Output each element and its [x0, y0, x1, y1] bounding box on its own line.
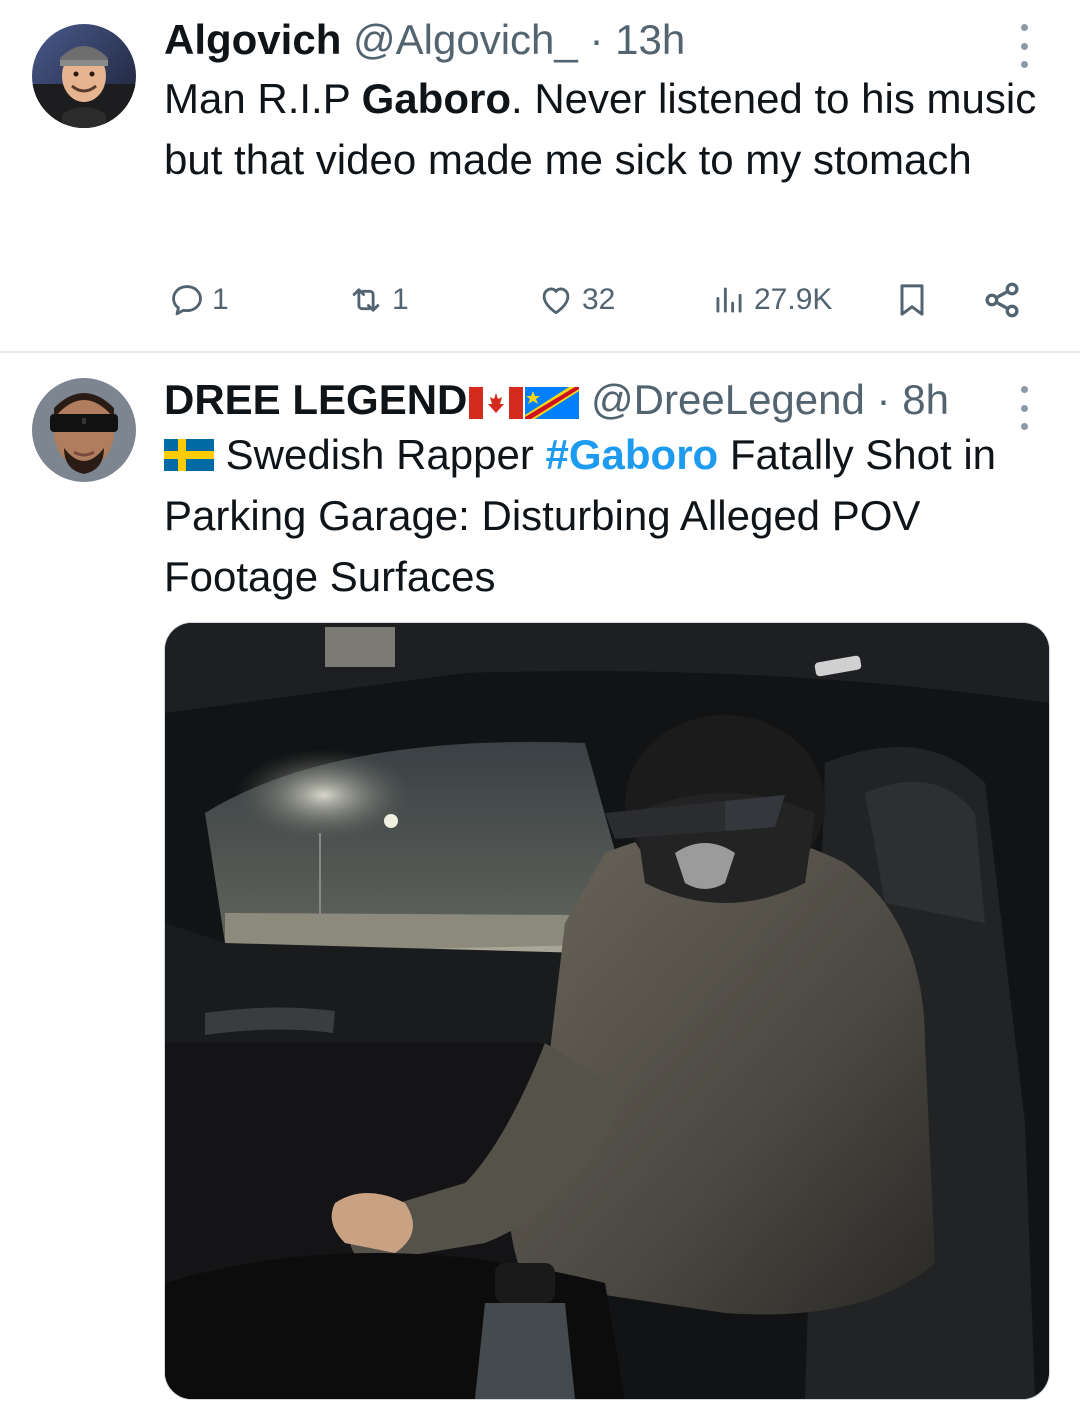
- separator: ·: [876, 376, 891, 423]
- repost-button[interactable]: 1: [346, 272, 409, 328]
- like-button[interactable]: 32: [536, 272, 615, 328]
- bookmark-icon: [900, 284, 924, 316]
- views-count: 27.9K: [754, 283, 833, 316]
- author-handle[interactable]: @DreeLegend: [591, 376, 865, 423]
- author-handle[interactable]: @Algovich_: [353, 16, 578, 63]
- tweet-1[interactable]: Algovich @Algovich_ · 13h Man R.I.P Gabo…: [0, 0, 1080, 352]
- reply-button[interactable]: 1: [168, 272, 229, 328]
- canada-flag-icon: [469, 386, 524, 419]
- avatar-image: [32, 378, 136, 482]
- tweet-text-bold: Gaboro: [361, 75, 511, 122]
- tweet-header: Algovich @Algovich_ · 13h: [164, 12, 1000, 68]
- more-vertical-icon[interactable]: [1012, 24, 1036, 68]
- avatar-image: [32, 24, 136, 128]
- dr-congo-flag-icon: [525, 386, 580, 419]
- heart-icon: [542, 287, 570, 315]
- author-name[interactable]: Algovich: [164, 16, 341, 63]
- tweet-text-part: Man R.I.P: [164, 75, 362, 122]
- reply-count: 1: [212, 283, 229, 316]
- tweet-media-image[interactable]: [164, 622, 1050, 1400]
- author-name[interactable]: DREE LEGEND: [164, 376, 467, 423]
- like-count: 32: [582, 283, 616, 316]
- share-icon: [985, 282, 1019, 318]
- repost-icon: [352, 288, 380, 312]
- avatar[interactable]: [32, 24, 136, 128]
- tweet-header: DREE LEGEND @DreeLegend · 8h: [164, 372, 1000, 428]
- timestamp[interactable]: 13h: [615, 16, 685, 63]
- tweet-text: Swedish Rapper #Gaboro Fatally Shot in P…: [164, 424, 1044, 607]
- separator: ·: [589, 16, 604, 63]
- views-button[interactable]: 27.9K: [710, 272, 832, 328]
- bookmark-button[interactable]: [892, 272, 932, 328]
- reply-icon: [172, 285, 202, 316]
- photo: [165, 623, 1049, 1399]
- tweet-text-part: Swedish Rapper: [214, 431, 546, 478]
- views-icon: [716, 287, 742, 313]
- repost-count: 1: [392, 283, 409, 316]
- sweden-flag-icon: [164, 439, 214, 471]
- action-bar: 1 1 32 27.9K: [164, 272, 1044, 328]
- timestamp[interactable]: 8h: [902, 376, 949, 423]
- share-button[interactable]: [980, 272, 1024, 328]
- hashtag-link[interactable]: #Gaboro: [546, 431, 719, 478]
- avatar[interactable]: [32, 378, 136, 482]
- tweet-text: Man R.I.P Gaboro. Never listened to his …: [164, 68, 1044, 190]
